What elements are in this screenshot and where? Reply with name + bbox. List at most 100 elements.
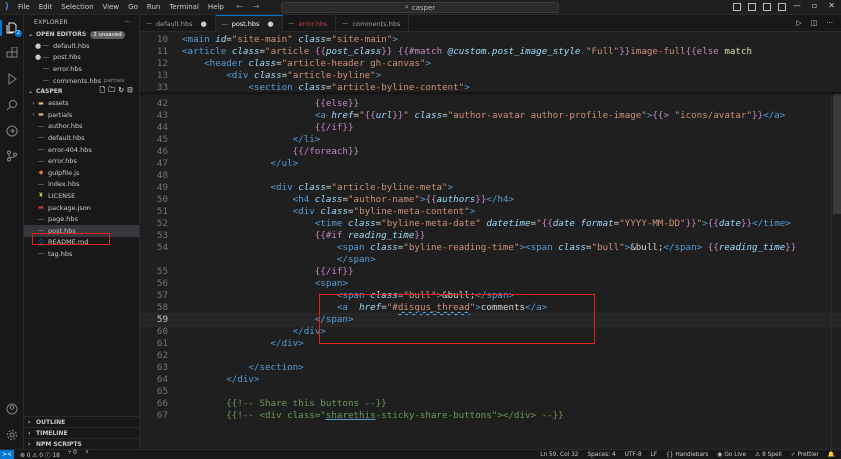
code-line[interactable]: 53 {{#if reading_time}} [140, 230, 841, 242]
language-mode[interactable]: {} Handlebars [666, 452, 708, 458]
notifications-bell-icon[interactable]: 🔔 [828, 452, 835, 458]
code-line[interactable]: 65 [140, 386, 841, 398]
code-line[interactable]: 42 {{else}} [140, 98, 841, 110]
command-center-search[interactable]: ⌕ casper [281, 2, 559, 13]
split-editor-icon[interactable]: ◫ [811, 19, 818, 27]
search-sidebar-icon[interactable] [4, 97, 20, 113]
tree-item-file[interactable]: ◆ gulpfile.js [24, 167, 139, 179]
go-live-button[interactable]: ◉ Go Live [717, 452, 746, 458]
open-editor-item[interactable]: ● — default.hbs [24, 40, 139, 52]
encoding-status[interactable]: UTF-8 [625, 452, 642, 458]
code-line[interactable]: 62 [140, 350, 841, 362]
tree-item-folder[interactable]: › ▬ assets [24, 97, 139, 109]
code-line[interactable]: 60 </div> [140, 326, 841, 338]
open-editor-item[interactable]: — error.hbs [24, 63, 139, 75]
tree-item-file[interactable]: — page.hbs [24, 213, 139, 225]
tab-comments-hbs[interactable]: — comments.hbs [336, 15, 410, 32]
minimize-icon[interactable]: — [793, 1, 801, 10]
tree-item-file[interactable]: — error.hbs [24, 155, 139, 167]
tree-item-file[interactable]: — error-404.hbs [24, 144, 139, 156]
code-line[interactable]: 12 <header class="article-header gh-canv… [140, 58, 841, 70]
indentation-status[interactable]: Spaces: 4 [587, 452, 615, 458]
open-editors-header[interactable]: ⌄ OPEN EDITORS 2 unsaved [24, 29, 139, 40]
dirty-dot-icon[interactable]: ● [201, 20, 207, 28]
code-line[interactable]: 49 <div class="article-byline-meta"> [140, 182, 841, 194]
tree-item-file[interactable]: ♜ LICENSE [24, 190, 139, 202]
close-window-icon[interactable]: ✕ [828, 1, 835, 10]
npm-scripts-section-header[interactable]: › NPM SCRIPTS [24, 438, 140, 449]
code-line[interactable]: 11 <article class="article {{post_class}}… [140, 46, 841, 58]
timeline-section-header[interactable]: › TIMELINE [24, 427, 140, 438]
open-editor-item[interactable]: ● — post.hbs [24, 52, 139, 64]
manage-gear-icon[interactable] [4, 427, 20, 443]
code-line[interactable]: 55 {{/if}} [140, 266, 841, 278]
eol-status[interactable]: LF [651, 452, 658, 458]
source-control-icon[interactable] [4, 148, 20, 164]
sync-icon[interactable]: ⚡ [85, 450, 89, 459]
code-line[interactable]: 52 <time class="byline-meta-date" dateti… [140, 218, 841, 230]
toggle-secondary-sidebar-icon[interactable] [763, 3, 771, 11]
tab-error-hbs[interactable]: — error.hbs [283, 15, 337, 32]
code-line[interactable]: 57 <span class="bull">&bull;</span> [140, 290, 841, 302]
more-actions-icon[interactable]: ··· [124, 19, 131, 26]
code-editor[interactable]: 10 <main id="site-main" class="site-main"… [140, 32, 841, 449]
menu-go[interactable]: Go [128, 3, 138, 11]
menu-run[interactable]: Run [147, 3, 160, 11]
toggle-primary-sidebar-icon[interactable] [733, 3, 741, 11]
code-line[interactable]: 47 </ul> [140, 158, 841, 170]
code-line[interactable]: 63 </section> [140, 362, 841, 374]
maximize-icon[interactable]: ▫ [812, 1, 817, 10]
tab-default-hbs[interactable]: — default.hbs ● [140, 15, 216, 32]
extensions-grid-icon[interactable] [4, 45, 20, 61]
menu-terminal[interactable]: Terminal [169, 3, 199, 11]
refresh-icon[interactable]: ↻ [118, 86, 124, 97]
tree-item-folder[interactable]: › ▬ partials [24, 109, 139, 121]
code-line[interactable]: 56 <span> [140, 278, 841, 290]
code-line[interactable]: 45 </li> [140, 134, 841, 146]
new-file-icon[interactable]: 🗋 [100, 86, 106, 97]
more-actions-icon[interactable]: ··· [826, 19, 833, 27]
explorer-icon[interactable]: 2 [0, 20, 22, 37]
code-line[interactable]: 66 {{!-- Share this buttons --}} [140, 398, 841, 410]
code-line[interactable]: 58 <a href="#disqus_thread">comments</a> [140, 302, 841, 314]
menu-file[interactable]: File [18, 3, 30, 11]
code-line[interactable]: 48 [140, 170, 841, 182]
code-line[interactable]: 64 </div> [140, 374, 841, 386]
tree-item-file[interactable]: ⓘ README.md [24, 237, 139, 249]
menu-edit[interactable]: Edit [39, 3, 53, 11]
tree-item-file[interactable]: — index.hbs [24, 179, 139, 191]
account-icon[interactable] [4, 401, 20, 417]
outline-section-header[interactable]: › OUTLINE [24, 416, 140, 427]
code-line[interactable]: 50 <h4 class="author-name">{{authors}}</… [140, 194, 841, 206]
run-debug-icon[interactable] [4, 71, 20, 87]
new-folder-icon[interactable]: 🗀 [108, 86, 115, 97]
tree-item-file-selected[interactable]: — post.hbs [24, 224, 139, 237]
tab-post-hbs[interactable]: — post.hbs ● [215, 15, 283, 32]
cursor-position[interactable]: Ln 59, Col 32 [540, 452, 578, 458]
tree-item-file[interactable]: ▬ package.json [24, 202, 139, 214]
toggle-panel-icon[interactable] [748, 3, 756, 11]
code-line[interactable]: 13 <div class="article-byline"> [140, 70, 841, 82]
code-line[interactable]: </span> [140, 254, 841, 266]
menu-help[interactable]: Help [208, 3, 224, 11]
remote-indicator-icon[interactable]: >< [0, 449, 14, 459]
code-line[interactable]: 46 {{/foreach}} [140, 146, 841, 158]
code-line[interactable]: 61 </div> [140, 338, 841, 350]
forward-arrow-icon[interactable]: → [253, 2, 260, 11]
code-line[interactable]: 67 {{!-- <div class="sharethis-sticky-sh… [140, 410, 841, 422]
casper-folder-header[interactable]: ⌄ CASPER 🗋 🗀 ↻ ⊟ [24, 86, 139, 97]
menu-view[interactable]: View [103, 3, 120, 11]
menu-selection[interactable]: Selection [61, 3, 93, 11]
remote-explorer-icon[interactable] [4, 123, 20, 139]
run-icon[interactable]: ▷ [796, 19, 801, 27]
tree-item-file[interactable]: — tag.hbs [24, 248, 139, 260]
code-line[interactable]: 54 <span class="byline-reading-time"><sp… [140, 242, 841, 254]
code-line[interactable]: 43 <a href="{{url}}" class="author-avata… [140, 110, 841, 122]
problems-status[interactable]: ⊗ 0 ⚠ 0 ⓘ 18 [20, 450, 60, 459]
open-editor-item[interactable]: — comments.hbs partials [24, 75, 139, 87]
tree-item-file[interactable]: — author.hbs [24, 121, 139, 133]
prettier-status[interactable]: ✓ Prettier [791, 452, 819, 458]
dirty-dot-icon[interactable]: ● [267, 20, 273, 28]
tree-item-file[interactable]: — default.hbs [24, 132, 139, 144]
code-line-current[interactable]: 59 </span> [140, 313, 841, 327]
